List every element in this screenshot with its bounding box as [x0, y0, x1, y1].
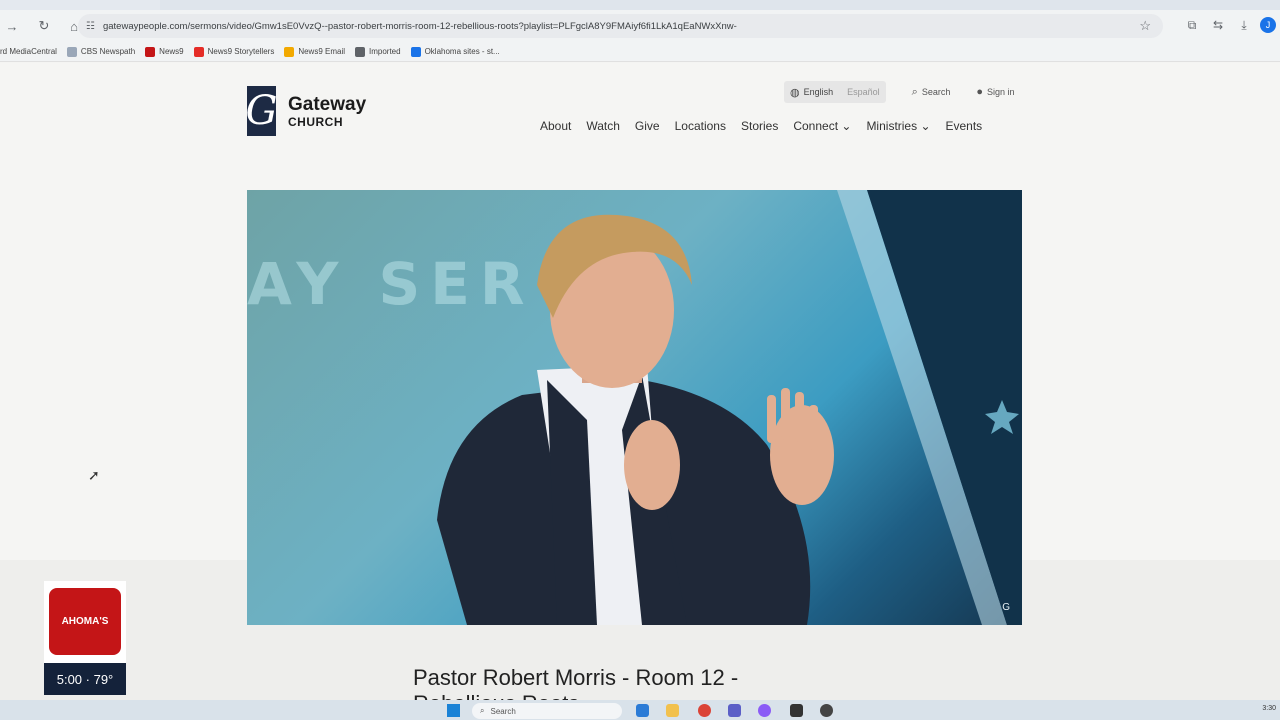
bookmark-item[interactable]: rd MediaCentral	[0, 47, 57, 56]
search-link[interactable]: ⌕ Search	[912, 86, 951, 99]
bookmark-icon	[145, 46, 156, 57]
bookmark-label: News9 Email	[298, 47, 345, 56]
taskbar-clock: 3:30	[1262, 705, 1276, 712]
windows-taskbar: ⌕ Search 3:30	[0, 700, 1280, 720]
video-watermark-logo: G	[1002, 602, 1010, 613]
forward-icon[interactable]: →	[0, 14, 24, 38]
bookmark-icon	[284, 46, 295, 57]
globe-icon: ◍	[790, 86, 800, 99]
browser-tab-strip	[0, 0, 1280, 10]
taskbar-search-icon: ⌕	[480, 706, 485, 715]
nav-item-label: Ministries	[866, 119, 918, 133]
nav-item-ministries[interactable]: Ministries ⌄	[866, 119, 930, 133]
nav-item-label: Connect	[793, 119, 839, 133]
station-logo: AHOMA'S	[49, 588, 121, 655]
taskbar-app-5-icon[interactable]	[758, 704, 771, 717]
lang-espanol[interactable]: Español	[847, 87, 880, 97]
sign-in-label: Sign in	[987, 87, 1015, 97]
extensions-icon[interactable]: ⧉	[1182, 14, 1202, 36]
speaker-figure	[437, 190, 1022, 625]
taskbar-app-1-icon[interactable]	[636, 704, 649, 717]
chrome-icon[interactable]	[698, 704, 711, 717]
bookmark-label: CBS Newspath	[80, 47, 136, 56]
bookmark-item[interactable]: Imported	[355, 46, 401, 57]
nav-item-stories[interactable]: Stories	[741, 119, 778, 133]
chevron-down-icon: ⌄	[917, 119, 931, 133]
file-explorer-icon[interactable]	[666, 704, 679, 717]
taskbar-search[interactable]: ⌕ Search	[472, 703, 622, 719]
sermon-video-player[interactable]: AY SER G	[247, 190, 1022, 625]
address-bar[interactable]: ☷ gatewaypeople.com/sermons/video/Gmw1sE…	[78, 14, 1163, 38]
bookmark-item[interactable]: CBS Newspath	[66, 46, 136, 57]
nav-item-label: About	[540, 119, 572, 133]
bookmark-icon	[410, 46, 421, 57]
mouse-cursor-icon: ➚	[88, 467, 100, 483]
profile-avatar[interactable]: J	[1260, 17, 1276, 33]
bookmark-item[interactable]: News9 Email	[284, 46, 345, 57]
bookmark-label: rd MediaCentral	[0, 47, 57, 56]
logo-mark: G	[245, 86, 278, 136]
user-icon: ●	[976, 86, 984, 98]
bookmark-item[interactable]: News9 Storytellers	[193, 46, 275, 57]
nav-item-about[interactable]: About	[540, 119, 571, 133]
site-info-icon[interactable]: ☷	[86, 21, 95, 32]
taskbar-app-6-icon[interactable]	[790, 704, 803, 717]
nav-item-label: Watch	[586, 119, 620, 133]
bookmark-item[interactable]: Oklahoma sites - st...	[410, 46, 500, 57]
bookmark-icon	[66, 46, 77, 57]
time-temperature-bar: 5:00 · 79°	[44, 663, 126, 695]
logo-text-church: CHURCH	[288, 114, 343, 129]
nav-item-connect[interactable]: Connect ⌄	[793, 119, 851, 133]
reload-icon[interactable]: ↻	[32, 14, 56, 38]
taskbar-search-label: Search	[490, 706, 516, 716]
nav-item-watch[interactable]: Watch	[586, 119, 620, 133]
browser-active-tab[interactable]	[160, 0, 1280, 10]
nav-item-locations[interactable]: Locations	[675, 119, 726, 133]
bookmark-icon	[355, 46, 365, 57]
cast-icon[interactable]: ⇆	[1208, 14, 1228, 36]
logo-text-gateway: Gateway	[288, 93, 367, 115]
search-icon: ⌕	[911, 85, 918, 98]
gateway-logo[interactable]: G Gateway CHURCH	[245, 86, 367, 136]
main-nav: About Watch Give Locations Stories Connect ⌄ M…	[540, 119, 982, 133]
bookmark-star-icon[interactable]: ☆	[1139, 18, 1151, 34]
download-icon[interactable]: ⤓	[1234, 14, 1254, 36]
bookmark-label: Oklahoma sites - st...	[424, 47, 500, 56]
language-toggle[interactable]: ◍ English Español	[784, 81, 886, 103]
browser-toolbar: → ↻ ⌂ ☷ gatewaypeople.com/sermons/video/…	[0, 10, 1280, 42]
station-logo-text: AHOMA'S	[61, 616, 109, 627]
bookmark-item[interactable]: News9	[145, 46, 184, 57]
bookmark-icon	[193, 46, 204, 57]
utility-bar: ◍ English Español ⌕ Search ● Sign in	[784, 81, 1015, 103]
nav-item-events[interactable]: Events	[946, 119, 983, 133]
nav-item-label: Stories	[740, 119, 779, 133]
nav-item-label: Give	[634, 119, 660, 133]
news-station-badge: AHOMA'S	[44, 581, 126, 663]
nav-item-label: Locations	[674, 119, 726, 133]
bookmark-label: News9	[159, 47, 184, 56]
lang-english[interactable]: English	[804, 87, 834, 97]
sermon-title-line1: Pastor Robert Morris - Room 12 -	[413, 665, 739, 690]
bookmarks-bar: rd MediaCentral CBS Newspath News9 News9 St…	[0, 42, 1280, 62]
teams-icon[interactable]	[728, 704, 741, 717]
bookmark-label: Imported	[369, 47, 401, 56]
chevron-down-icon: ⌄	[838, 119, 852, 133]
sign-in-link[interactable]: ● Sign in	[976, 86, 1014, 98]
search-label: Search	[921, 87, 951, 97]
taskbar-app-7-icon[interactable]	[820, 704, 833, 717]
bookmark-label: News9 Storytellers	[207, 47, 275, 56]
windows-start-icon[interactable]	[447, 704, 460, 717]
nav-item-label: Events	[945, 119, 983, 133]
nav-item-give[interactable]: Give	[635, 119, 660, 133]
address-url[interactable]: gatewaypeople.com/sermons/video/Gmw1sE0V…	[103, 21, 737, 32]
